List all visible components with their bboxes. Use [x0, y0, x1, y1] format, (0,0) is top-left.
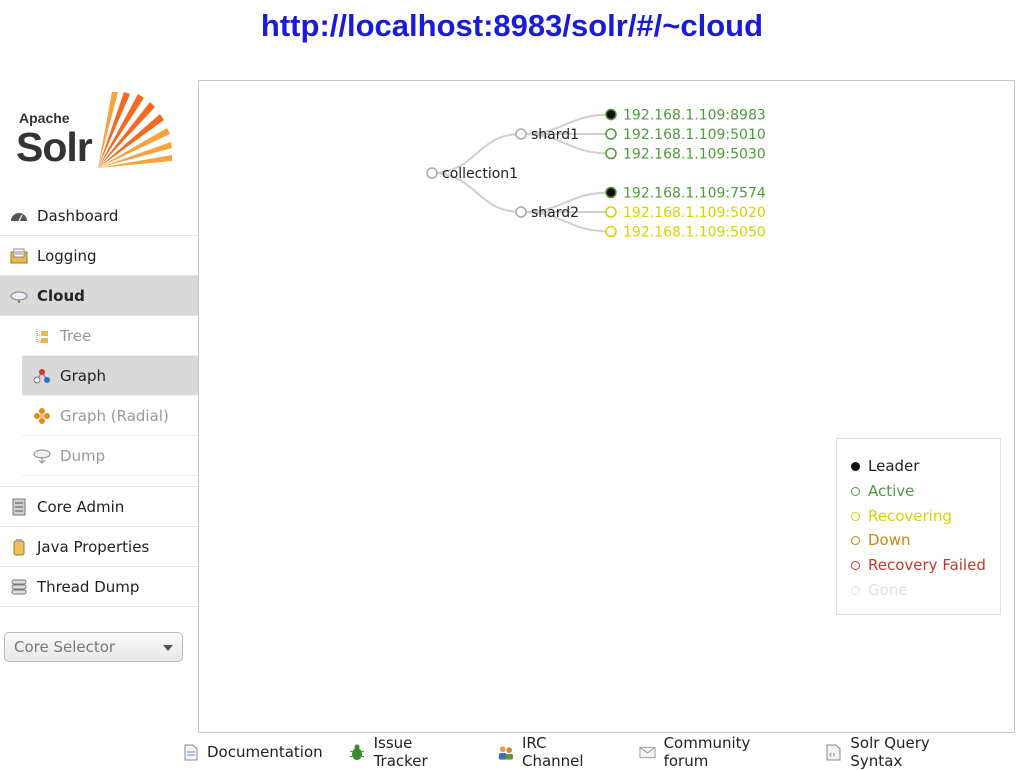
replica-node [605, 128, 617, 140]
footer-link-label: Community forum [663, 734, 751, 770]
footer-link-documentation[interactable]: Documentation [182, 740, 323, 764]
replica-address: 192.168.1.109:5050 [623, 225, 766, 241]
bug-icon [349, 744, 366, 761]
replica-node [605, 225, 617, 238]
legend-label: Recovery Failed [868, 556, 986, 574]
legend-leader: Leader [851, 457, 919, 475]
replica-node [605, 206, 617, 218]
cloud-graph: collection1 shard1 192.168.1.109:8983 192.1… [426, 108, 766, 241]
leader-replica-node [605, 186, 617, 199]
legend-recovery-failed: Recovery Failed [851, 556, 986, 574]
mail-icon [639, 744, 656, 761]
footer-link-solr-query-syntax[interactable]: ‹› Solr Query Syntax [825, 734, 986, 770]
recovering-circle-icon [851, 511, 860, 521]
footer-link-label: Solr Query Syntax [850, 734, 930, 770]
active-circle-icon [851, 486, 860, 496]
graph-legend: Leader Active Recovering Down Recovery F… [836, 438, 1001, 615]
footer-link-label: Issue Tracker [373, 734, 428, 770]
replica-node [605, 147, 617, 160]
footer-link-issue-tracker[interactable]: Issue Tracker [349, 734, 471, 770]
legend-active: Active [851, 482, 914, 500]
legend-label: Leader [868, 457, 920, 475]
documentation-icon [182, 744, 199, 761]
footer-link-irc-channel[interactable]: IRC Channel [497, 734, 613, 770]
irc-icon [497, 744, 514, 761]
replica-address: 192.168.1.109:7574 [623, 186, 766, 202]
collection-node [426, 167, 438, 179]
footer-link-community-forum[interactable]: Community forum [639, 734, 800, 770]
collection-label: collection1 [442, 166, 518, 182]
shard-label: shard1 [531, 127, 579, 143]
shard-node [515, 128, 527, 140]
legend-gone: Gone [851, 581, 908, 599]
footer-link-label: Documentation [207, 743, 323, 761]
replica-address: 192.168.1.109:5010 [623, 127, 766, 143]
leader-replica-node [605, 108, 617, 121]
legend-label: Gone [868, 581, 908, 599]
footer-links: Documentation Issue Tracker IRC Channel … [182, 734, 1012, 770]
replica-address: 192.168.1.109:5030 [623, 147, 766, 163]
legend-label: Active [868, 482, 915, 500]
query-syntax-icon: ‹› [825, 744, 842, 761]
legend-label: Down [868, 531, 911, 549]
shard-node [515, 206, 527, 218]
shard-label: shard2 [531, 205, 579, 221]
legend-label: Recovering [868, 507, 952, 525]
replica-address: 192.168.1.109:5020 [623, 205, 766, 221]
leader-dot-icon [851, 461, 860, 471]
replica-address: 192.168.1.109:8983 [623, 108, 766, 124]
footer-link-label: IRC Channel [521, 734, 584, 770]
gone-circle-icon [851, 585, 860, 595]
legend-recovering: Recovering [851, 507, 952, 525]
recovery-failed-circle-icon [851, 560, 860, 570]
legend-down: Down [851, 531, 911, 549]
down-circle-icon [851, 535, 860, 545]
svg-text:‹›: ‹› [829, 750, 835, 759]
